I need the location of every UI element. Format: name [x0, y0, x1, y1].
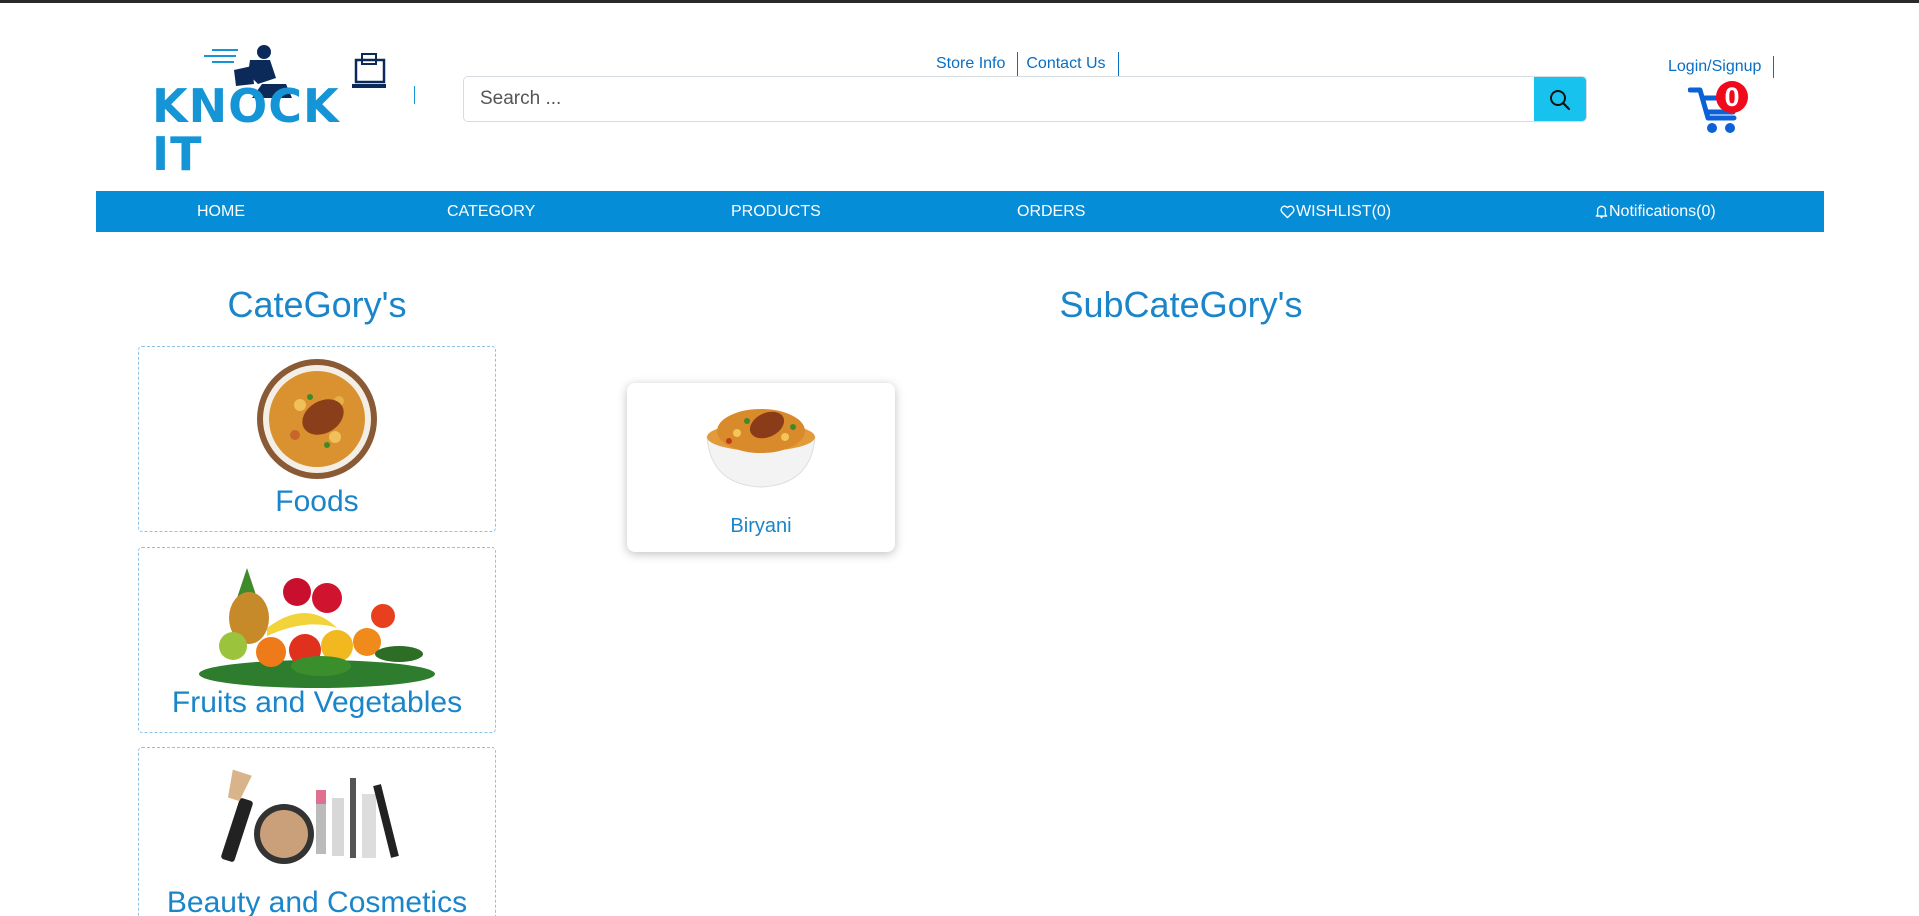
- nav-home-label: HOME: [197, 202, 245, 220]
- top-border-line: [0, 0, 1919, 3]
- nav-category-label: CATEGORY: [447, 202, 536, 220]
- nav-notifications-label: Notifications(0): [1609, 202, 1716, 220]
- category-card-foods[interactable]: Foods: [138, 346, 496, 532]
- nav-wishlist[interactable]: WISHLIST(0): [1280, 191, 1391, 232]
- category-card-fruits-and-vegetables[interactable]: Fruits and Vegetables: [138, 547, 496, 733]
- main-nav: HOME CATEGORY PRODUCTS ORDERS WISHLIST(0…: [96, 191, 1824, 232]
- subcategory-card-biryani[interactable]: Biryani: [627, 383, 895, 552]
- bell-icon: [1595, 205, 1608, 219]
- cart-button[interactable]: 0: [1688, 81, 1748, 136]
- nav-products[interactable]: PRODUCTS: [731, 191, 821, 232]
- biryani-bowl-image: [627, 393, 895, 503]
- nav-wishlist-label: WISHLIST(0): [1296, 202, 1392, 220]
- search-icon: [1550, 90, 1571, 111]
- fruits-vegetables-image: [139, 558, 495, 692]
- search-button[interactable]: [1534, 77, 1586, 121]
- cart-count-badge: 0: [1716, 81, 1748, 113]
- cosmetics-image: [139, 758, 495, 892]
- category-card-beauty-and-cosmetics[interactable]: Beauty and Cosmetics: [138, 747, 496, 916]
- categories-heading: CateGory's: [227, 284, 407, 325]
- top-links: Store Info Contact Us: [928, 52, 1119, 76]
- nav-notifications[interactable]: Notifications(0): [1595, 191, 1716, 232]
- store-info-link[interactable]: Store Info: [928, 52, 1019, 76]
- biryani-plate-image: [139, 357, 495, 491]
- category-label: Fruits and Vegetables: [171, 686, 463, 719]
- search-bar: [463, 76, 1587, 122]
- logo-wordmark: KNOCK IT: [152, 79, 340, 181]
- login-signup-link[interactable]: Login/Signup: [1668, 56, 1775, 78]
- nav-home[interactable]: HOME: [197, 191, 245, 232]
- knock-it-logo[interactable]: KNOCK IT: [152, 44, 392, 178]
- category-label: Beauty and Cosmetics: [166, 886, 468, 916]
- nav-category[interactable]: CATEGORY: [447, 191, 535, 232]
- subcategories-heading: SubCateGory's: [1059, 284, 1303, 325]
- contact-us-link[interactable]: Contact Us: [1018, 52, 1119, 76]
- category-label: Foods: [275, 485, 359, 518]
- nav-orders-label: ORDERS: [1017, 202, 1086, 220]
- nav-orders[interactable]: ORDERS: [1017, 191, 1085, 232]
- subcategory-label: Biryani: [730, 515, 792, 537]
- heart-icon: [1280, 205, 1295, 218]
- header-divider: [414, 86, 415, 104]
- nav-products-label: PRODUCTS: [731, 202, 821, 220]
- search-input[interactable]: [464, 77, 1534, 121]
